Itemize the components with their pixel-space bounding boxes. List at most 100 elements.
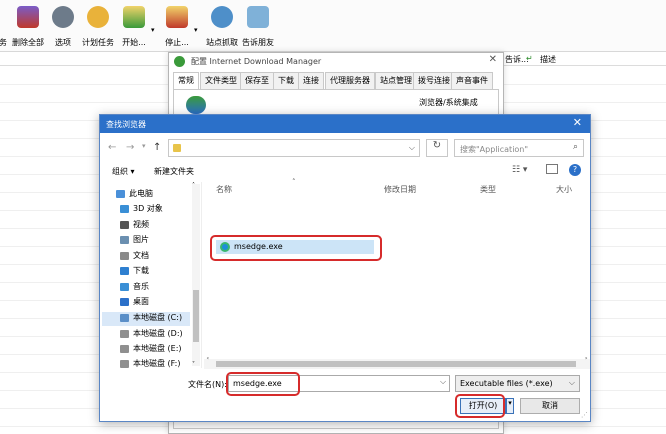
chevron-down-icon[interactable]: ⌵ bbox=[440, 377, 446, 387]
cancel-button[interactable]: 取消 bbox=[520, 398, 580, 414]
delete-all-icon bbox=[17, 6, 39, 28]
view-options-icon[interactable]: ☷ ▾ bbox=[512, 165, 527, 175]
nav-scrollbar-thumb[interactable] bbox=[193, 290, 199, 342]
tab-connection[interactable]: 连接 bbox=[298, 72, 324, 89]
config-section-title: 浏览器/系统集成 bbox=[419, 98, 478, 107]
sort-up-icon: ˄ bbox=[292, 178, 296, 186]
nav-item-label: 下载 bbox=[133, 266, 149, 275]
drive-icon bbox=[120, 344, 129, 353]
nav-item-3d-objects[interactable]: 3D 对象 bbox=[120, 203, 163, 217]
column-type[interactable]: 类型 bbox=[480, 184, 496, 195]
document-icon bbox=[120, 251, 129, 260]
nav-item-label: 音乐 bbox=[133, 282, 149, 291]
column-modified[interactable]: 修改日期 bbox=[384, 184, 416, 195]
start-queue-icon bbox=[123, 6, 145, 28]
file-list-hscrollbar[interactable]: ˂ ˃ bbox=[204, 357, 590, 369]
open-dropdown-icon[interactable]: ▾ bbox=[506, 398, 514, 414]
stop-dropdown-icon[interactable]: ▾ bbox=[194, 26, 198, 34]
tab-sites-logins[interactable]: 站点管理 bbox=[375, 72, 417, 89]
browse-title: 查找浏览器 bbox=[106, 120, 146, 129]
help-icon[interactable]: ? bbox=[569, 164, 581, 176]
preview-pane-icon[interactable] bbox=[546, 164, 558, 174]
organize-menu[interactable]: 组织 ▾ bbox=[112, 166, 135, 177]
toolbar-button-tell-friend[interactable]: 告诉朋友 bbox=[240, 4, 276, 48]
nav-item-drive-c[interactable]: 本地磁盘 (C:) bbox=[102, 312, 190, 326]
toolbar-button-options[interactable]: 选项 bbox=[50, 4, 76, 48]
drive-icon bbox=[120, 313, 129, 322]
nav-item-music[interactable]: 音乐 bbox=[120, 281, 149, 295]
nav-item-desktop[interactable]: 桌面 bbox=[120, 296, 149, 310]
tab-dial-up[interactable]: 拨号连接 bbox=[413, 72, 455, 89]
close-icon[interactable]: ✕ bbox=[489, 54, 497, 65]
close-icon[interactable]: ✕ bbox=[573, 116, 582, 129]
refresh-button[interactable]: ↻ bbox=[426, 139, 448, 157]
nav-item-this-pc[interactable]: 此电脑 bbox=[116, 188, 153, 202]
clock-icon bbox=[87, 6, 109, 28]
drive-icon bbox=[120, 359, 129, 368]
column-description[interactable]: 描述 bbox=[540, 54, 556, 65]
back-arrow-icon[interactable]: ← bbox=[108, 142, 116, 153]
toolbar-button-site-grabber[interactable]: 站点抓取 bbox=[204, 4, 240, 48]
new-folder-button[interactable]: 新建文件夹 bbox=[154, 166, 194, 177]
tab-general[interactable]: 常规 bbox=[173, 72, 199, 89]
column-size[interactable]: 大小 bbox=[556, 184, 572, 195]
nav-item-drive-f[interactable]: 本地磁盘 (F:) bbox=[120, 358, 180, 372]
resize-grip-icon[interactable]: ⋰ bbox=[581, 411, 588, 419]
filename-label: 文件名(N): bbox=[188, 380, 227, 389]
desktop-icon bbox=[120, 297, 129, 306]
toolbar-button-stop[interactable]: 停止... bbox=[162, 4, 192, 48]
browse-titlebar: 查找浏览器 ✕ bbox=[100, 115, 590, 133]
hscrollbar-thumb[interactable] bbox=[216, 361, 576, 367]
browser-integration-icon bbox=[186, 96, 206, 114]
nav-item-label: 此电脑 bbox=[129, 189, 153, 198]
nav-item-label: 本地磁盘 (D:) bbox=[133, 329, 183, 338]
folder-icon bbox=[173, 144, 181, 152]
tab-file-types[interactable]: 文件类型 bbox=[200, 72, 242, 89]
browse-dialog: 查找浏览器 ✕ ← → ▾ ↑ ⌵ ↻ 搜索"Application" ⌕ 组织… bbox=[99, 114, 591, 422]
search-placeholder: 搜索"Application" bbox=[460, 145, 529, 154]
tab-save-to[interactable]: 保存至 bbox=[240, 72, 274, 89]
scroll-up-icon[interactable]: ˄ bbox=[192, 182, 195, 189]
nav-item-downloads[interactable]: 下载 bbox=[120, 265, 149, 279]
toolbar-button-delete-all[interactable]: 删除全部 bbox=[10, 4, 46, 48]
command-bar: 组织 ▾ 新建文件夹 ☷ ▾ ? bbox=[100, 162, 590, 182]
nav-item-label: 文档 bbox=[133, 251, 149, 260]
video-icon bbox=[120, 220, 129, 229]
nav-scrollbar[interactable]: ˄ ˅ bbox=[192, 182, 200, 368]
cube-icon bbox=[120, 204, 129, 213]
site-grabber-icon bbox=[211, 6, 233, 28]
toolbar-button-scheduler[interactable]: 计划任务 bbox=[80, 4, 116, 48]
nav-item-label: 桌面 bbox=[133, 297, 149, 306]
forward-arrow-icon[interactable]: → bbox=[126, 142, 134, 153]
navigation-bar: ← → ▾ ↑ ⌵ ↻ 搜索"Application" ⌕ bbox=[100, 134, 590, 162]
nav-item-label: 视频 bbox=[133, 220, 149, 229]
chevron-down-icon[interactable]: ⌵ bbox=[409, 143, 415, 153]
search-icon: ⌕ bbox=[572, 142, 578, 152]
start-dropdown-icon[interactable]: ▾ bbox=[151, 26, 155, 34]
column-name[interactable]: 名称 bbox=[216, 184, 232, 195]
tab-downloads[interactable]: 下载 bbox=[273, 72, 299, 89]
nav-item-documents[interactable]: 文档 bbox=[120, 250, 149, 264]
nav-item-label: 本地磁盘 (C:) bbox=[133, 313, 183, 322]
up-arrow-icon[interactable]: ↑ bbox=[153, 142, 161, 153]
scroll-down-icon[interactable]: ˅ bbox=[192, 361, 195, 368]
scroll-right-icon[interactable]: ˃ bbox=[585, 357, 589, 365]
scroll-left-icon[interactable]: ˂ bbox=[206, 357, 210, 365]
nav-item-label: 本地磁盘 (F:) bbox=[133, 359, 181, 368]
toolbar-button-start[interactable]: 开始... bbox=[118, 4, 150, 48]
open-highlight-annotation bbox=[455, 394, 505, 418]
address-bar[interactable]: ⌵ bbox=[168, 139, 420, 157]
column-arrow-icon: ↵ bbox=[526, 54, 533, 63]
nav-item-videos[interactable]: 视频 bbox=[120, 219, 149, 233]
nav-item-drive-d[interactable]: 本地磁盘 (D:) bbox=[120, 328, 183, 342]
recent-dropdown-icon[interactable]: ▾ bbox=[142, 142, 146, 150]
filetype-select[interactable]: Executable files (*.exe) ⌵ bbox=[455, 375, 580, 392]
nav-item-drive-e[interactable]: 本地磁盘 (E:) bbox=[120, 343, 182, 357]
filename-highlight-annotation bbox=[226, 372, 300, 396]
config-title: 配置 Internet Download Manager bbox=[191, 57, 322, 66]
nav-item-pictures[interactable]: 图片 bbox=[120, 234, 149, 248]
tab-proxy[interactable]: 代理服务器 bbox=[325, 72, 375, 89]
tab-sounds[interactable]: 声音事件 bbox=[451, 72, 493, 89]
nav-item-label: 本地磁盘 (E:) bbox=[133, 344, 182, 353]
search-input[interactable]: 搜索"Application" ⌕ bbox=[454, 139, 584, 157]
